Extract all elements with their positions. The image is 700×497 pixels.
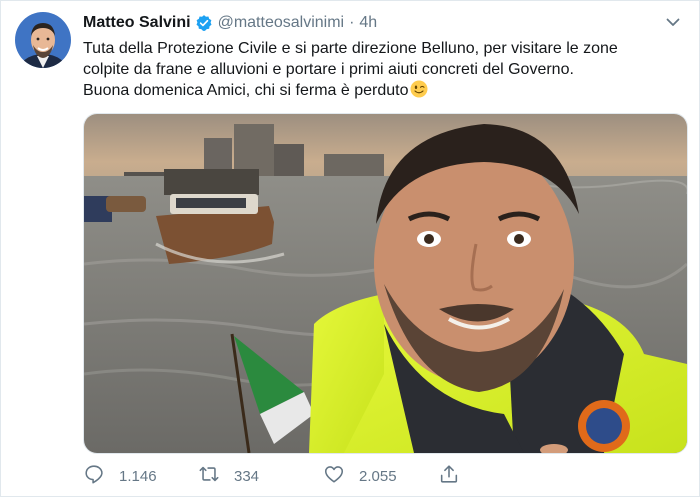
tweet-text: Tuta della Protezione Civile e si parte … [83,38,683,101]
reply-icon [83,463,105,489]
verified-badge-icon [195,14,213,32]
tweet-text-line-3: Buona domenica Amici, chi si ferma è per… [83,80,683,101]
tweet-card[interactable]: Matteo Salvini @matteosalvinimi · 4h Tut… [0,0,700,497]
heart-icon [323,463,345,489]
retweet-count: 334 [234,467,260,485]
like-count: 2.055 [359,467,397,485]
author-handle[interactable]: @matteosalvinimi [218,14,345,32]
separator-dot: · [349,14,355,31]
tweet-header: Matteo Salvini @matteosalvinimi · 4h [83,12,377,34]
chevron-down-icon[interactable] [665,14,681,30]
tweet-text-line-1: Tuta della Protezione Civile e si parte … [83,40,618,57]
avatar[interactable] [15,12,71,68]
avatar-image [15,12,71,68]
tweet-photo[interactable] [83,113,688,454]
winking-face-emoji [410,80,428,98]
retweet-icon [198,463,220,489]
share-icon [438,463,460,489]
retweet-button[interactable]: 334 [198,463,323,489]
selfie-boat-image [84,114,687,453]
tweet-text-line-2: colpite da frane e alluvioni e portare i… [83,61,574,78]
tweet-text-line-3-text: Buona domenica Amici, chi si ferma è per… [83,82,409,99]
tweet-actions: 1.146 334 2.055 [83,463,460,489]
author-name[interactable]: Matteo Salvini [83,14,191,32]
reply-count: 1.146 [119,467,157,485]
like-button[interactable]: 2.055 [323,463,438,489]
tweet-timestamp[interactable]: 4h [359,14,377,32]
share-button[interactable] [438,463,460,489]
reply-button[interactable]: 1.146 [83,463,198,489]
